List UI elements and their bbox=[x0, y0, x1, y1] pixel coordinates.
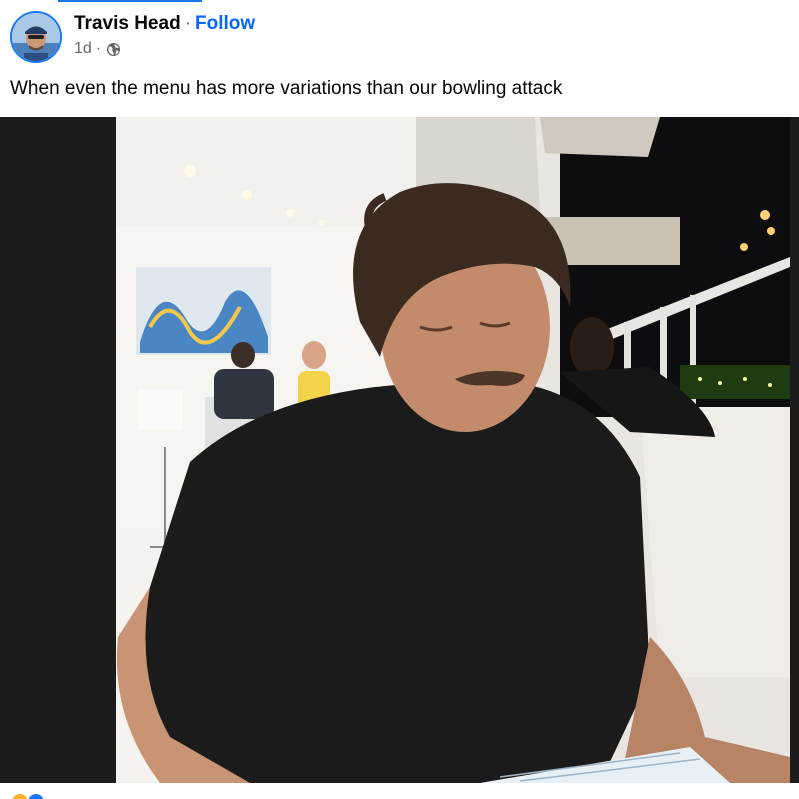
like-reaction-icon[interactable] bbox=[26, 792, 46, 799]
post-photo[interactable] bbox=[0, 117, 799, 783]
facebook-post: Travis Head · Follow 1d · When even the me… bbox=[0, 0, 799, 799]
separator-dot: · bbox=[184, 13, 191, 34]
follow-button[interactable]: Follow bbox=[195, 13, 255, 34]
post-header: Travis Head · Follow 1d · bbox=[0, 0, 799, 70]
author-line: Travis Head · Follow bbox=[74, 12, 255, 36]
avatar-image bbox=[12, 13, 60, 61]
post-meta: 1d · bbox=[74, 38, 121, 60]
post-caption: When even the menu has more variations t… bbox=[10, 78, 563, 99]
restaurant-photo-illustration bbox=[0, 117, 799, 783]
meta-separator-dot: · bbox=[95, 40, 102, 57]
globe-icon[interactable] bbox=[106, 42, 121, 57]
avatar[interactable] bbox=[10, 11, 62, 63]
reactions-bar bbox=[0, 783, 799, 799]
author-name[interactable]: Travis Head bbox=[74, 13, 181, 34]
post-timestamp[interactable]: 1d bbox=[74, 38, 92, 60]
